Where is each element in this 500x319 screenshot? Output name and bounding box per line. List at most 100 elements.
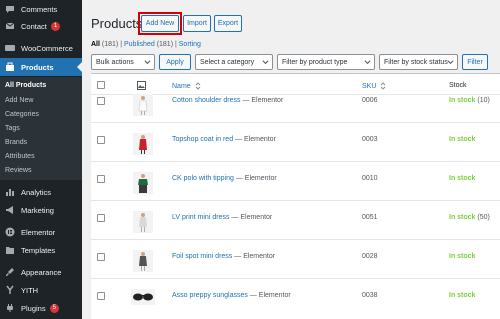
submenu-add-new[interactable]: Add New xyxy=(5,97,33,104)
stock-qty: (50) xyxy=(477,214,490,221)
sidebar-item-templates[interactable]: Templates xyxy=(0,241,82,259)
sidebar-item-analytics[interactable]: Analytics xyxy=(0,183,82,201)
submenu-attributes[interactable]: Attributes xyxy=(5,153,35,160)
row-checkbox[interactable] xyxy=(97,253,105,261)
row-divider xyxy=(91,200,500,201)
row-divider xyxy=(91,122,500,123)
plugin-icon xyxy=(5,303,15,313)
sidebar-item-yith[interactable]: YITH xyxy=(0,281,82,299)
stock-status: In stock (50) xyxy=(449,214,490,221)
stock-status-select[interactable]: Filter by stock status xyxy=(379,54,458,70)
product-builder: — Elementor xyxy=(234,253,276,260)
filter-all-count: (181) xyxy=(101,41,119,48)
sidebar-item-label: Contact xyxy=(21,21,47,31)
product-builder: — Elementor xyxy=(235,175,277,182)
submenu-categories[interactable]: Categories xyxy=(5,111,39,118)
product-builder: — Elementor xyxy=(235,136,276,143)
filter-published-count: (181) xyxy=(156,41,174,48)
product-name: Cotton shoulder dress xyxy=(172,97,241,104)
elementor-icon xyxy=(5,227,15,237)
product-thumbnail[interactable] xyxy=(133,172,153,194)
row-divider xyxy=(91,278,500,279)
active-menu-arrow xyxy=(77,62,82,72)
sidebar-item-products[interactable]: Products xyxy=(0,58,82,76)
product-type-select[interactable]: Filter by product type xyxy=(277,54,375,70)
woocommerce-icon xyxy=(5,43,15,53)
product-name-link[interactable]: Asso preppy sunglasses — Elementor xyxy=(172,292,291,299)
sidebar-item-comments[interactable]: Comments xyxy=(0,0,82,18)
sidebar-item-label: Analytics xyxy=(21,187,52,197)
row-divider xyxy=(91,161,500,162)
product-thumbnail[interactable] xyxy=(133,133,153,155)
sidebar-item-elementor[interactable]: Elementor xyxy=(0,223,82,241)
submenu-brands[interactable]: Brands xyxy=(5,139,27,146)
product-name-link[interactable]: LV print mini dress — Elementor xyxy=(172,214,272,221)
stock-status-value: Filter by stock status xyxy=(384,58,448,66)
product-name-link[interactable]: Cotton shoulder dress — Elementor xyxy=(172,97,283,104)
filter-all[interactable]: All xyxy=(91,41,100,48)
sidebar-item-label: Products xyxy=(21,62,54,72)
yith-icon xyxy=(5,285,15,295)
sidebar-item-label: WooCommerce xyxy=(21,43,73,53)
submenu-reviews[interactable]: Reviews xyxy=(5,167,31,174)
sidebar-item-label: Appearance xyxy=(21,267,62,277)
products-icon xyxy=(5,62,15,72)
select-all-checkbox[interactable] xyxy=(97,81,105,89)
stock-qty: (10) xyxy=(477,97,490,104)
row-checkbox[interactable] xyxy=(97,175,105,183)
product-thumbnail[interactable] xyxy=(133,250,153,272)
product-name-link[interactable]: Topshop coat in red — Elementor xyxy=(172,136,276,143)
product-sku: 0038 xyxy=(362,292,378,299)
paintbrush-icon xyxy=(5,267,15,277)
product-builder: — Elementor xyxy=(242,97,284,104)
submenu-all-products[interactable]: All Products xyxy=(5,82,46,89)
filter-published[interactable]: Published xyxy=(124,41,155,48)
sort-icon xyxy=(381,82,386,90)
product-name: Asso preppy sunglasses xyxy=(172,292,248,299)
submenu-tags[interactable]: Tags xyxy=(5,125,20,132)
sort-icon xyxy=(195,82,200,90)
apply-button[interactable]: Apply xyxy=(159,54,191,70)
row-divider xyxy=(91,239,500,240)
products-submenu: All Products Add New Categories Tags Bra… xyxy=(0,77,82,180)
filter-sorting[interactable]: Sorting xyxy=(179,41,201,48)
sidebar-item-marketing[interactable]: Marketing xyxy=(0,201,82,219)
product-name: CK polo with tipping xyxy=(172,175,234,182)
product-thumbnail[interactable] xyxy=(133,211,153,233)
bulk-actions-select[interactable]: Bulk actions xyxy=(91,54,155,70)
sidebar-item-contact[interactable]: Contact 1 xyxy=(0,17,82,35)
filter-separator: | xyxy=(174,41,177,48)
sidebar-item-plugins[interactable]: Plugins 5 xyxy=(0,299,82,317)
stock-label: In stock xyxy=(449,253,476,260)
category-select[interactable]: Select a category xyxy=(195,54,273,70)
row-checkbox[interactable] xyxy=(97,136,105,144)
product-name-link[interactable]: CK polo with tipping — Elementor xyxy=(172,175,277,182)
comment-icon xyxy=(5,4,15,14)
product-sku: 0028 xyxy=(362,253,378,260)
sidebar-item-label: YITH xyxy=(21,285,39,295)
import-button[interactable]: Import xyxy=(183,15,211,32)
sidebar-item-appearance[interactable]: Appearance xyxy=(0,263,82,281)
chevron-down-icon xyxy=(262,60,269,65)
row-checkbox[interactable] xyxy=(97,214,105,222)
product-name-link[interactable]: Foil spot mini dress — Elementor xyxy=(172,253,275,260)
product-name: LV print mini dress xyxy=(172,214,230,221)
column-header-name[interactable]: Name xyxy=(172,82,201,90)
product-thumbnail[interactable] xyxy=(131,289,155,305)
notification-badge: 5 xyxy=(49,303,59,313)
sidebar-item-label: Comments xyxy=(21,4,58,14)
bulk-actions-value: Bulk actions xyxy=(96,58,134,66)
product-name: Foil spot mini dress xyxy=(172,253,233,260)
row-checkbox[interactable] xyxy=(97,97,105,105)
product-sku: 0010 xyxy=(362,175,378,182)
product-thumbnail[interactable] xyxy=(133,94,153,116)
stock-label: In stock xyxy=(449,292,476,299)
filter-button[interactable]: Filter xyxy=(462,54,488,70)
sidebar-item-woocommerce[interactable]: WooCommerce xyxy=(0,39,82,57)
export-button[interactable]: Export xyxy=(214,15,242,32)
row-checkbox[interactable] xyxy=(97,292,105,300)
mail-icon xyxy=(5,21,15,31)
column-header-sku[interactable]: SKU xyxy=(362,82,386,90)
chevron-down-icon xyxy=(144,60,151,65)
analytics-icon xyxy=(5,187,15,197)
